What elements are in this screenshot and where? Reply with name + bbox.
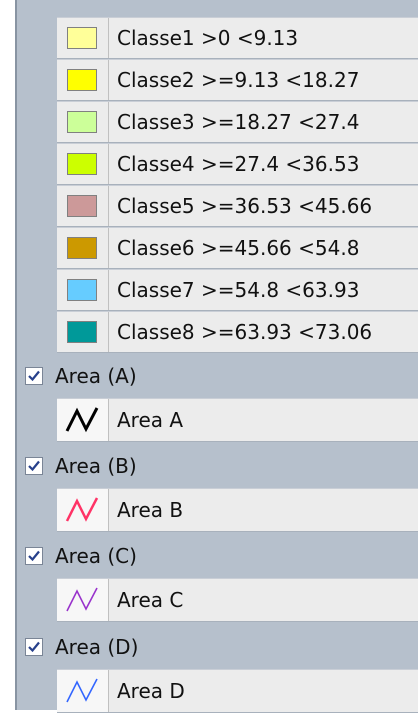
legend-panel: Classe1 >0 <9.13 Classe2 >=9.13 <18.27 C… — [15, 0, 418, 713]
class-label: Classe8 >=63.93 <73.06 — [117, 320, 373, 344]
legend-area-row: Area A — [57, 398, 418, 442]
legend-class-row: Classe1 >0 <9.13 — [57, 17, 418, 59]
class-label: Classe6 >=45.66 <54.8 — [117, 236, 360, 260]
color-swatch — [67, 279, 97, 301]
layer-visibility-checkbox[interactable] — [25, 638, 43, 656]
color-swatch — [67, 111, 97, 133]
line-symbol-icon — [65, 497, 99, 522]
legend-class-row: Classe8 >=63.93 <73.06 — [57, 311, 418, 353]
swatch-cell — [57, 102, 109, 142]
swatch-cell — [57, 270, 109, 310]
checkmark-icon — [28, 550, 40, 562]
color-swatch — [67, 321, 97, 343]
group-label[interactable]: Area (D) — [55, 625, 138, 669]
class-label: Classe4 >=27.4 <36.53 — [117, 152, 360, 176]
class-label: Classe2 >=9.13 <18.27 — [117, 68, 360, 92]
line-symbol-cell — [57, 399, 109, 441]
color-swatch — [67, 27, 97, 49]
class-label: Classe7 >=54.8 <63.93 — [117, 278, 360, 302]
color-swatch — [67, 237, 97, 259]
legend-class-row: Classe5 >=36.53 <45.66 — [57, 185, 418, 227]
swatch-cell — [57, 60, 109, 100]
line-symbol-icon — [66, 678, 98, 703]
legend-area-row: Area C — [57, 578, 418, 622]
legend-class-row: Classe7 >=54.8 <63.93 — [57, 269, 418, 311]
class-label: Classe1 >0 <9.13 — [117, 26, 299, 50]
area-label: Area D — [117, 679, 185, 703]
color-swatch — [67, 69, 97, 91]
line-symbol-cell — [57, 579, 109, 621]
legend-class-row: Classe3 >=18.27 <27.4 — [57, 101, 418, 143]
group-label[interactable]: Area (C) — [55, 534, 137, 578]
line-symbol-icon — [65, 407, 99, 433]
checkmark-icon — [28, 370, 40, 382]
color-swatch — [67, 195, 97, 217]
layer-group-area-c[interactable]: Area (C) — [17, 534, 418, 578]
layer-group-area-a[interactable]: Area (A) — [17, 354, 418, 398]
checkmark-icon — [28, 641, 40, 653]
area-label: Area C — [117, 588, 184, 612]
layer-group-area-d[interactable]: Area (D) — [17, 625, 418, 669]
checkmark-icon — [28, 460, 40, 472]
swatch-cell — [57, 186, 109, 226]
class-label: Classe3 >=18.27 <27.4 — [117, 110, 360, 134]
legend-area-row: Area B — [57, 488, 418, 532]
swatch-cell — [57, 18, 109, 58]
legend-class-row: Classe2 >=9.13 <18.27 — [57, 59, 418, 101]
color-swatch — [67, 153, 97, 175]
legend-class-row: Classe6 >=45.66 <54.8 — [57, 227, 418, 269]
layer-visibility-checkbox[interactable] — [25, 367, 43, 385]
class-label: Classe5 >=36.53 <45.66 — [117, 194, 373, 218]
group-label[interactable]: Area (A) — [55, 354, 137, 398]
legend-class-row: Classe4 >=27.4 <36.53 — [57, 143, 418, 185]
line-symbol-icon — [66, 587, 98, 612]
line-symbol-cell — [57, 489, 109, 531]
layer-visibility-checkbox[interactable] — [25, 457, 43, 475]
area-label: Area A — [117, 408, 184, 432]
swatch-cell — [57, 312, 109, 352]
area-label: Area B — [117, 498, 184, 522]
line-symbol-cell — [57, 670, 109, 712]
swatch-cell — [57, 228, 109, 268]
legend-area-row: Area D — [57, 669, 418, 713]
layer-visibility-checkbox[interactable] — [25, 547, 43, 565]
layer-group-area-b[interactable]: Area (B) — [17, 444, 418, 488]
group-label[interactable]: Area (B) — [55, 444, 137, 488]
swatch-cell — [57, 144, 109, 184]
